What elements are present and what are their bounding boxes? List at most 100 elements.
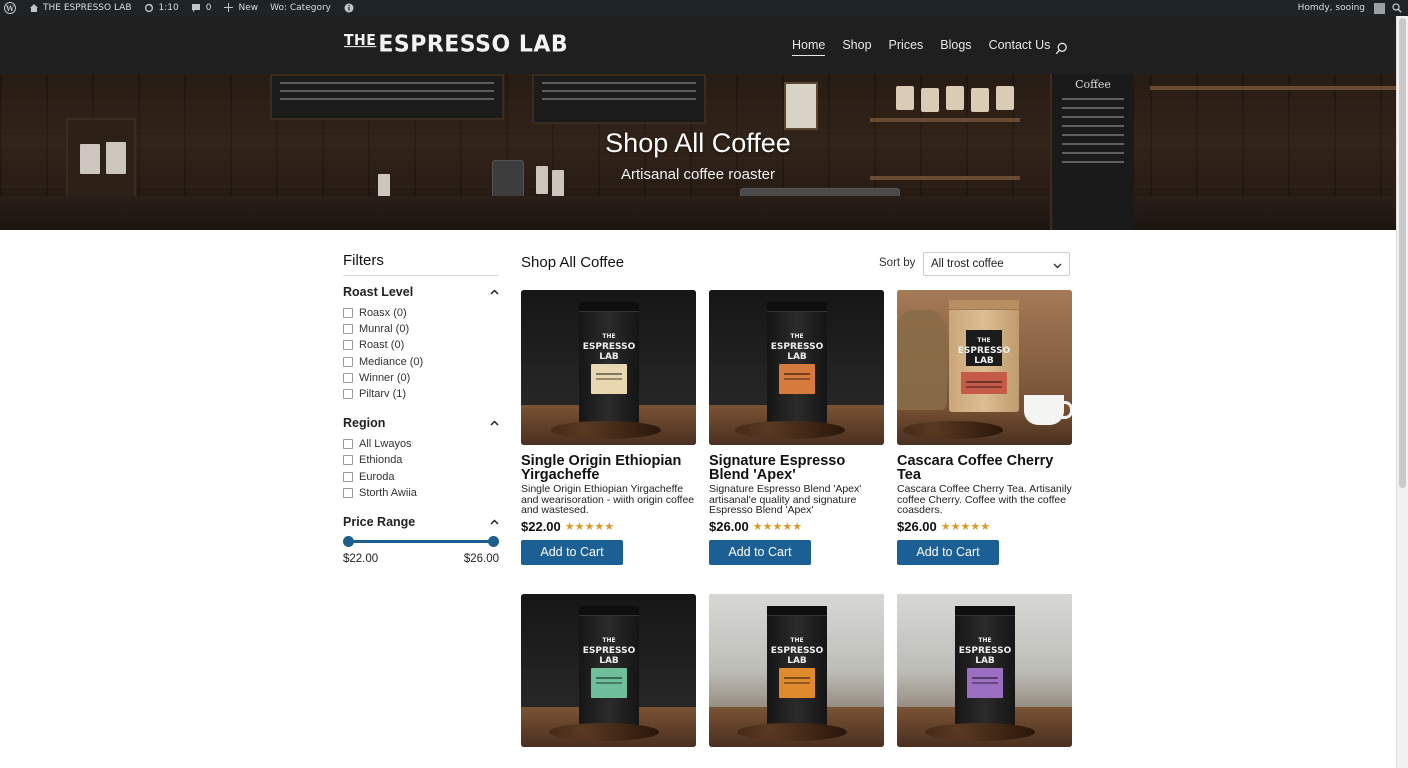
hero-banner: Coffee Shop All Coffee Artisanal coffee …	[0, 74, 1396, 230]
bag-brand-the: THE	[790, 333, 804, 340]
add-to-cart-button[interactable]: Add to Cart	[521, 540, 623, 565]
product-card: THE ESPRESSO LAB Cascara Coffee Cherry Te…	[897, 290, 1072, 565]
coffee-bag: THE ESPRESSO LAB	[579, 606, 639, 728]
filter-option[interactable]: Winner (0)	[343, 370, 499, 386]
product-name[interactable]: Single Origin Ethiopian Yirgacheffe	[521, 454, 696, 483]
checkbox[interactable]	[343, 372, 353, 383]
product-price: $26.00	[709, 519, 749, 534]
comments-menu[interactable]: 0	[191, 3, 211, 14]
new-content-menu[interactable]: New	[223, 2, 259, 14]
product-image[interactable]: THE ESPRESSO LAB	[521, 594, 696, 747]
logo-name: ESPRESSO LAB	[378, 31, 569, 58]
filter-option[interactable]: Munral (0)	[343, 321, 499, 337]
coffee-beans	[925, 723, 1035, 741]
star-rating: ★★★★★	[940, 521, 991, 533]
filter-option[interactable]: All Lwayos	[343, 436, 499, 452]
filter-option[interactable]: Mediance (0)	[343, 354, 499, 370]
nav-item-prices[interactable]: Prices	[889, 38, 924, 56]
checkbox[interactable]	[343, 439, 353, 450]
info-icon	[343, 3, 354, 14]
category-menu[interactable]: Wo: Category	[270, 3, 331, 13]
product-name[interactable]: Signature Espresso Blend 'Apex'	[709, 454, 884, 483]
add-to-cart-button[interactable]: Add to Cart	[709, 540, 811, 565]
shelf-bag	[921, 88, 939, 112]
slider-track[interactable]	[348, 539, 494, 543]
product-description: Signature Espresso Blend 'Apex' artisana…	[709, 484, 862, 516]
checkbox[interactable]	[343, 340, 353, 351]
board-line	[280, 82, 494, 84]
product-image[interactable]: THE ESPRESSO LAB	[897, 290, 1072, 445]
product-description: Cascara Coffee Cherry Tea. Artisanily co…	[897, 484, 1072, 516]
checkbox[interactable]	[343, 356, 353, 367]
nav-item-shop[interactable]: Shop	[842, 38, 871, 56]
sort-select-value: All trost coffee	[931, 258, 1004, 270]
primary-nav: Home Shop Prices Blogs Contact Us	[792, 38, 1067, 56]
user-greeting: Homdy, sooing	[1297, 3, 1365, 13]
chevron-up-icon[interactable]	[489, 418, 499, 428]
region-header[interactable]: Region	[343, 416, 499, 430]
checkbox[interactable]	[343, 324, 353, 335]
info-menu[interactable]	[343, 3, 354, 14]
product-card: THE ESPRESSO LAB Signature Espresso Blend…	[709, 290, 884, 565]
my-account-menu[interactable]: Homdy, sooing	[1297, 2, 1385, 14]
price-max: $26.00	[463, 552, 499, 565]
price-row: $26.00 ★★★★★	[709, 519, 884, 534]
nav-item-home[interactable]: Home	[792, 38, 826, 56]
scrollbar-thumb[interactable]	[1399, 18, 1406, 488]
filter-option-label: Piltarv (1)	[359, 388, 407, 401]
product-price: $26.00	[897, 519, 937, 534]
sort-select[interactable]: All trost coffee	[923, 252, 1070, 276]
product-image[interactable]: THE ESPRESSO LAB	[521, 290, 696, 445]
wordpress-logo-icon: W	[4, 2, 16, 14]
nav-item-blogs[interactable]: Blogs	[940, 38, 971, 56]
product-description: Single Origin Ethiopian Yirgacheffe and …	[521, 484, 695, 516]
filter-option[interactable]: Ethionda	[343, 452, 499, 468]
filter-option-label: Storth Awiia	[359, 486, 417, 499]
add-to-cart-button[interactable]: Add to Cart	[897, 540, 999, 565]
roast-level-header[interactable]: Roast Level	[343, 285, 499, 299]
checkbox[interactable]	[343, 487, 353, 498]
admin-search[interactable]	[1391, 2, 1402, 14]
filter-option[interactable]: Storth Awiia	[343, 485, 499, 501]
product-image[interactable]: THE ESPRESSO LAB	[709, 594, 884, 747]
product-image[interactable]: THE ESPRESSO LAB	[709, 290, 884, 445]
bag-brand-the: THE	[790, 637, 804, 644]
filter-option[interactable]: Roast (0)	[343, 337, 499, 353]
price-range-header[interactable]: Price Range	[343, 515, 499, 529]
filter-option[interactable]: Roasx (0)	[343, 305, 499, 321]
burlap-sack	[897, 310, 947, 410]
filter-option[interactable]: Piltarv (1)	[343, 386, 499, 402]
product-image[interactable]: THE ESPRESSO LAB	[897, 594, 1072, 747]
bag-label	[591, 364, 627, 394]
new-label: New	[238, 3, 259, 13]
site-name-menu[interactable]: THE ESPRESSO LAB	[28, 3, 132, 14]
filter-option[interactable]: Euroda	[343, 469, 499, 485]
product-name[interactable]: Cascara Coffee Cherry Tea	[897, 454, 1072, 483]
checkbox[interactable]	[343, 308, 353, 319]
checkbox[interactable]	[343, 471, 353, 482]
filter-option-label: Ethionda	[359, 454, 403, 467]
board-line	[1062, 107, 1124, 109]
wp-logo-menu[interactable]: W	[4, 2, 16, 14]
star-rating: ★★★★★	[752, 521, 803, 533]
chevron-up-icon[interactable]	[489, 287, 499, 297]
bag-brand-name: ESPRESSO LAB	[958, 646, 1012, 666]
bag-top	[579, 302, 639, 312]
slider-handle-min[interactable]	[343, 535, 354, 547]
filters-title: Filters	[343, 252, 499, 276]
price-min: $22.00	[343, 552, 379, 565]
nav-item-contact-us[interactable]: Contact Us	[989, 38, 1051, 56]
star-rating: ★★★★★	[564, 521, 615, 533]
bag-label	[967, 668, 1003, 698]
search-icon[interactable]	[1055, 40, 1068, 55]
price-range-slider[interactable]	[343, 535, 499, 549]
checkbox[interactable]	[343, 389, 353, 400]
chevron-up-icon[interactable]	[489, 517, 499, 527]
bag-brand-the: THE	[602, 637, 616, 644]
site-logo[interactable]: THEESPRESSO LAB	[344, 31, 568, 57]
price-row: $22.00 ★★★★★	[521, 519, 696, 534]
slider-handle-max[interactable]	[488, 535, 499, 547]
page-scrollbar[interactable]	[1396, 16, 1408, 768]
updates-menu[interactable]: 1:10	[144, 3, 179, 14]
checkbox[interactable]	[343, 455, 353, 466]
